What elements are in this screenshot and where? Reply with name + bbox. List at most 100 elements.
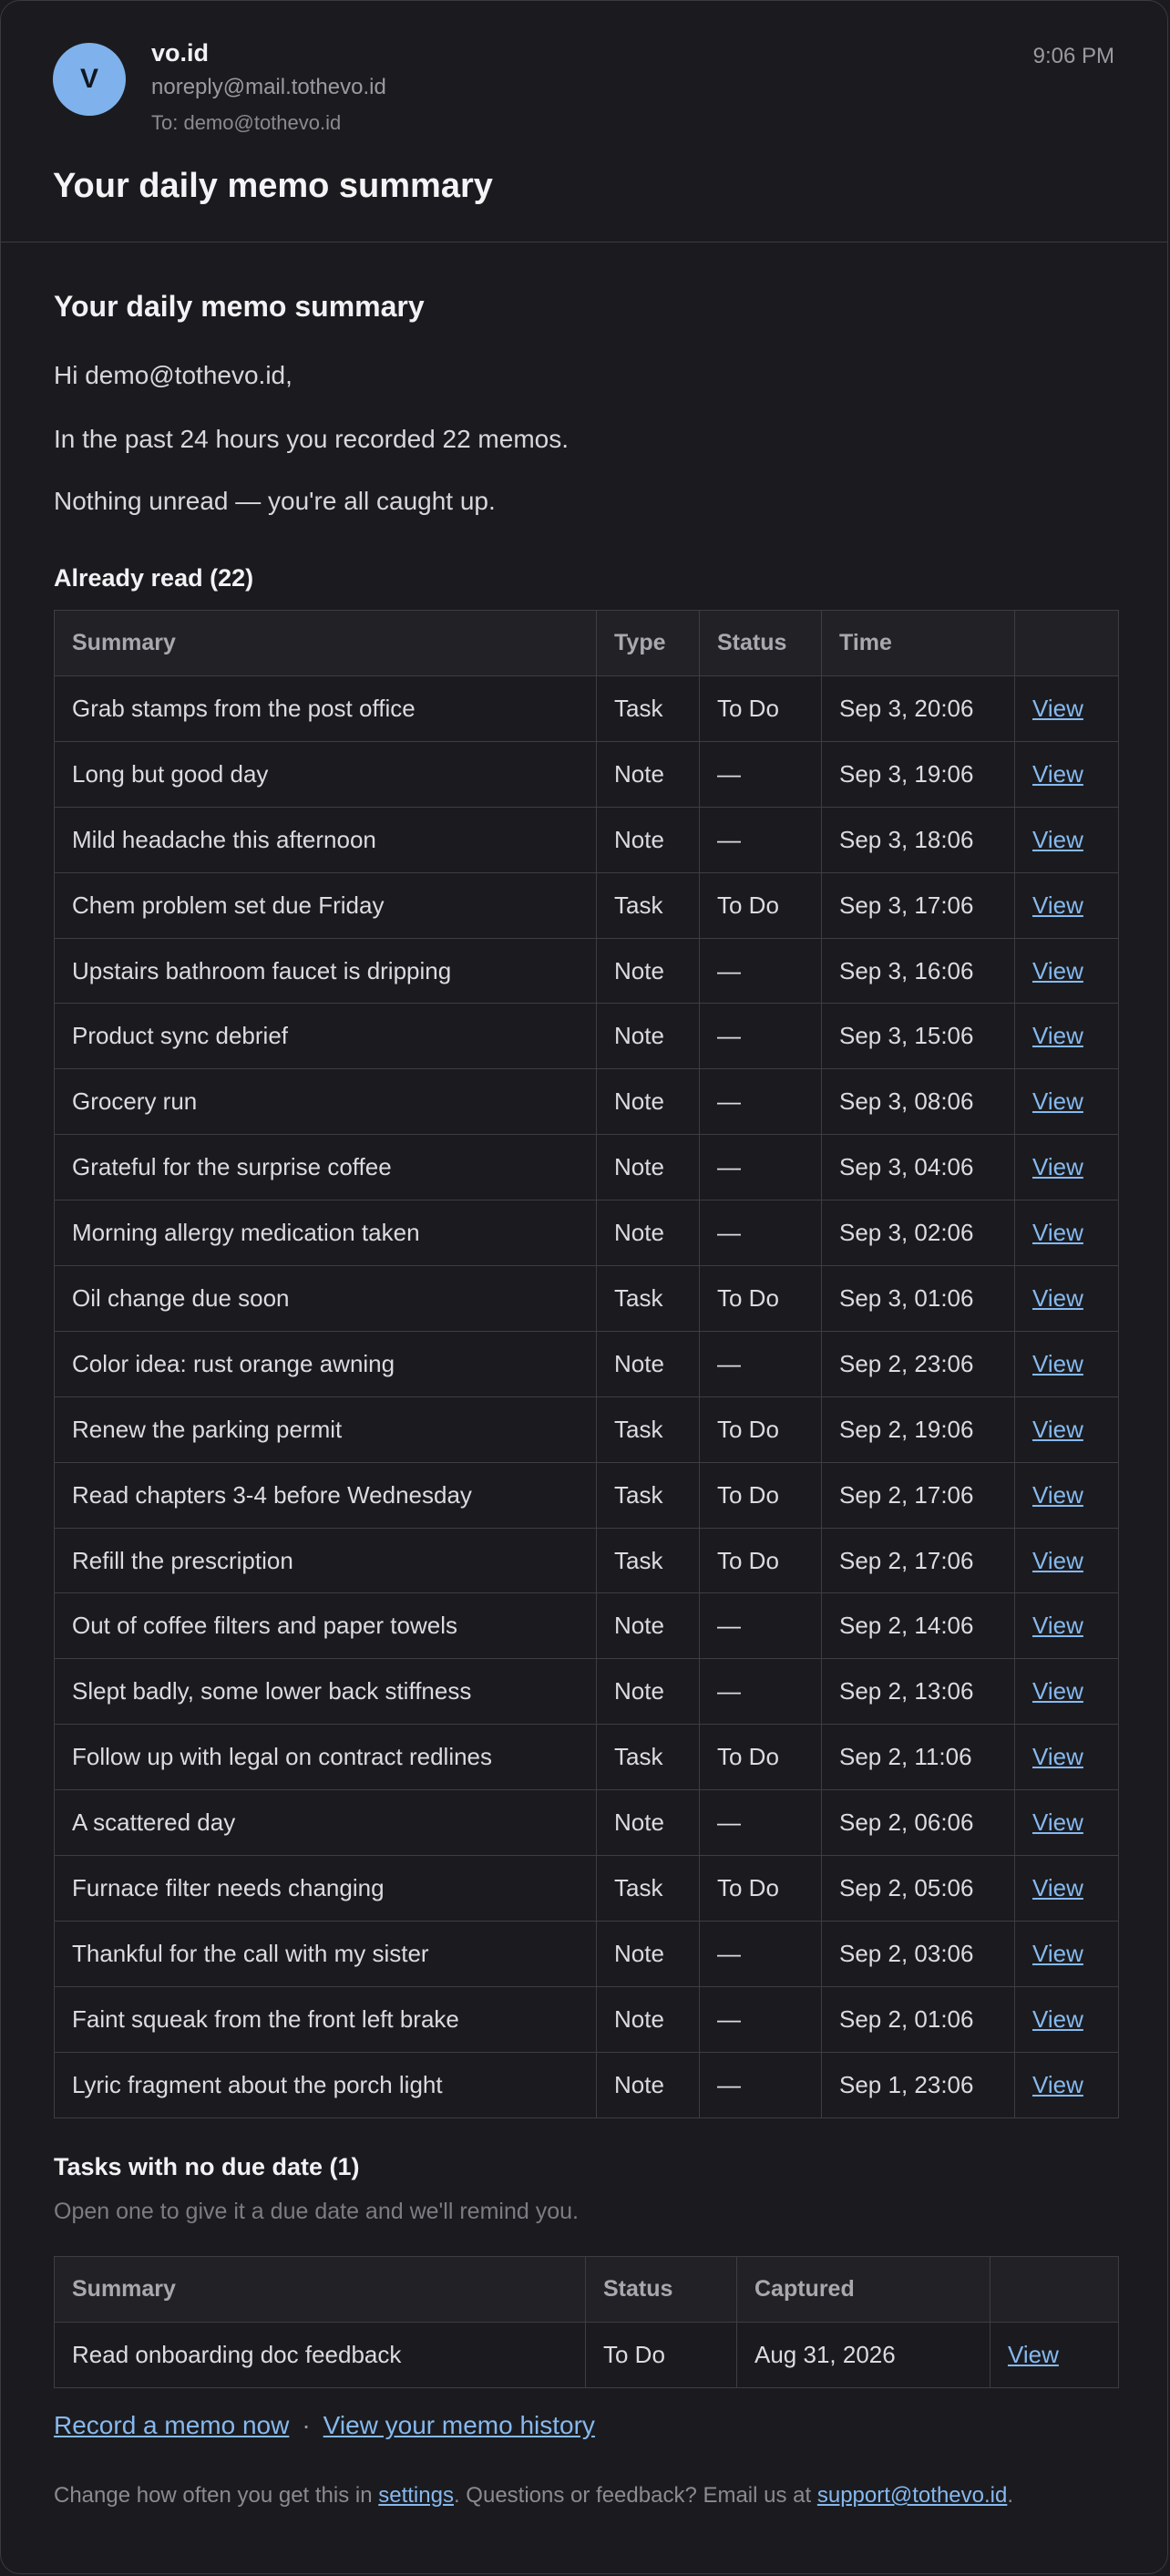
column-header-type: Type [596, 610, 700, 676]
row-type: Note [596, 1200, 700, 1267]
row-action-cell: View [1014, 1134, 1119, 1201]
row-action-cell: View [1014, 1265, 1119, 1332]
row-type: Note [596, 1920, 700, 1987]
view-link[interactable]: View [1032, 760, 1083, 788]
row-action-cell: View [1014, 740, 1119, 808]
row-action-cell: View [1014, 1985, 1119, 2053]
footer-prefix: Change how often you get this in [54, 2483, 379, 2508]
view-link[interactable]: View [1032, 1481, 1083, 1509]
row-type: Task [596, 1724, 700, 1791]
footer-text: Change how often you get this in setting… [54, 2483, 1013, 2509]
row-action-cell: View [1014, 1003, 1119, 1070]
row-status: — [699, 1330, 822, 1397]
row-status: — [699, 1134, 822, 1201]
table-row: Out of coffee filters and paper towels No… [54, 1592, 1119, 1660]
view-link[interactable]: View [1032, 1153, 1083, 1180]
view-link[interactable]: View [1032, 957, 1083, 984]
row-time: Sep 2, 01:06 [821, 1985, 1015, 2053]
row-summary: Out of coffee filters and paper towels [54, 1592, 597, 1660]
table-row: Grateful for the surprise coffee Note — Sep… [54, 1134, 1119, 1201]
table-row: Product sync debrief Note — Sep 3, 15:06 Vie… [54, 1003, 1119, 1070]
row-status: To Do [699, 1461, 822, 1529]
table-row: Upstairs bathroom faucet is dripping Note… [54, 937, 1119, 1005]
row-action-cell: View [1014, 1461, 1119, 1529]
view-link[interactable]: View [1032, 1808, 1083, 1836]
table-header-row: Summary Status Captured [54, 2256, 1119, 2323]
avatar: V [53, 43, 126, 116]
sender-email: noreply@mail.tothevo.id [151, 75, 386, 99]
row-time: Sep 3, 18:06 [821, 806, 1015, 873]
support-email-link[interactable]: support@tothevo.id [817, 2483, 1008, 2508]
record-memo-link[interactable]: Record a memo now [54, 2411, 289, 2439]
row-time: Sep 3, 20:06 [821, 675, 1015, 742]
view-link[interactable]: View [1032, 1416, 1083, 1443]
view-link[interactable]: View [1032, 1940, 1083, 1967]
row-summary: Read chapters 3-4 before Wednesday [54, 1461, 597, 1529]
settings-link[interactable]: settings [378, 2483, 454, 2508]
row-summary: Refill the prescription [54, 1527, 597, 1594]
view-link[interactable]: View [1032, 1022, 1083, 1049]
view-link[interactable]: View [1032, 2071, 1083, 2098]
view-link[interactable]: View [1032, 1612, 1083, 1639]
view-link[interactable]: View [1032, 1219, 1083, 1246]
column-header-action [990, 2256, 1119, 2323]
row-action-cell: View [1014, 1658, 1119, 1726]
row-summary: Mild headache this afternoon [54, 806, 597, 873]
view-link[interactable]: View [1032, 695, 1083, 722]
view-link[interactable]: View [1032, 1284, 1083, 1312]
row-time: Sep 3, 04:06 [821, 1134, 1015, 1201]
row-time: Sep 2, 03:06 [821, 1920, 1015, 1987]
view-link[interactable]: View [1032, 1547, 1083, 1574]
row-type: Task [596, 1855, 700, 1922]
row-time: Sep 3, 08:06 [821, 1068, 1015, 1136]
recipient-line: To: demo@tothevo.id [151, 111, 342, 134]
memo-history-link[interactable]: View your memo history [323, 2411, 595, 2439]
row-time: Sep 3, 15:06 [821, 1003, 1015, 1070]
column-header-action [1014, 610, 1119, 676]
table-row: Furnace filter needs changing Task To Do Se… [54, 1855, 1119, 1922]
view-link[interactable]: View [1008, 2341, 1059, 2368]
view-link[interactable]: View [1032, 1677, 1083, 1705]
row-action-cell: View [1014, 871, 1119, 939]
row-type: Note [596, 806, 700, 873]
table-row: Follow up with legal on contract redline… [54, 1724, 1119, 1791]
row-summary: Product sync debrief [54, 1003, 597, 1070]
footer-suffix: . [1007, 2483, 1014, 2508]
row-type: Note [596, 937, 700, 1005]
view-link[interactable]: View [1032, 891, 1083, 919]
view-link[interactable]: View [1032, 1350, 1083, 1377]
row-status: To Do [699, 1527, 822, 1594]
row-type: Task [596, 1527, 700, 1594]
view-link[interactable]: View [1032, 1087, 1083, 1115]
row-status: — [699, 740, 822, 808]
row-time: Sep 2, 17:06 [821, 1527, 1015, 1594]
table-row: Slept badly, some lower back stiffness No… [54, 1658, 1119, 1726]
table-row: Refill the prescription Task To Do Sep 2, 1… [54, 1527, 1119, 1594]
row-time: Sep 2, 14:06 [821, 1592, 1015, 1660]
row-type: Note [596, 1330, 700, 1397]
view-link[interactable]: View [1032, 2005, 1083, 2033]
row-summary: Follow up with legal on contract redline… [54, 1724, 597, 1791]
row-type: Note [596, 740, 700, 808]
row-summary: Oil change due soon [54, 1265, 597, 1332]
content-heading: Your daily memo summary [54, 290, 425, 323]
view-link[interactable]: View [1032, 1874, 1083, 1901]
greeting: Hi demo@tothevo.id, [54, 361, 292, 389]
row-type: Task [596, 675, 700, 742]
no-due-date-title: Tasks with no due date (1) [54, 2153, 360, 2180]
row-status: — [699, 937, 822, 1005]
row-time: Sep 3, 01:06 [821, 1265, 1015, 1332]
row-time: Sep 2, 06:06 [821, 1789, 1015, 1857]
table-row: Morning allergy medication taken Note — Sep… [54, 1200, 1119, 1267]
row-status: — [699, 1985, 822, 2053]
column-header-time: Time [821, 610, 1015, 676]
row-action-cell: View [1014, 1527, 1119, 1594]
column-header-status: Status [585, 2256, 737, 2323]
row-summary: Read onboarding doc feedback [54, 2322, 586, 2388]
view-link[interactable]: View [1032, 1743, 1083, 1770]
row-status: — [699, 2051, 822, 2118]
view-link[interactable]: View [1032, 826, 1083, 853]
row-summary: Thankful for the call with my sister [54, 1920, 597, 1987]
table-header-row: Summary Type Status Time [54, 610, 1119, 676]
row-action-cell: View [1014, 806, 1119, 873]
